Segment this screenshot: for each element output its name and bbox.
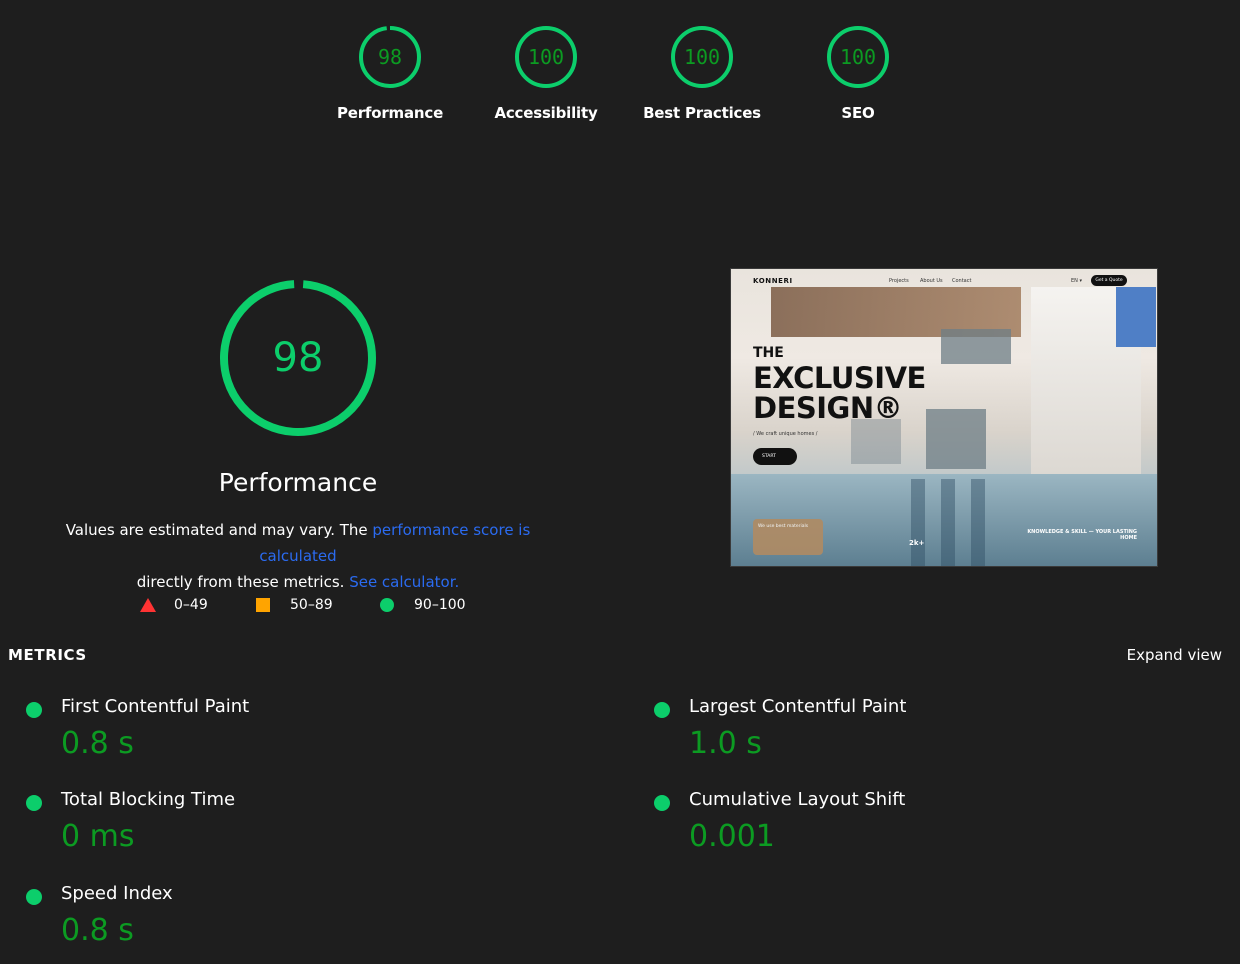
preview-menu-item: About Us: [920, 278, 943, 284]
lighthouse-report: 98 Performance 100 Accessibility 100 Bes…: [0, 0, 1240, 964]
preview-sky: [1116, 287, 1156, 347]
metric-speed-index: Speed Index 0.8 s: [26, 883, 566, 963]
metric-value: 0.8 s: [61, 726, 134, 761]
gauge-performance-score: 98: [378, 45, 402, 69]
legend-pass-range: 90–100: [414, 597, 466, 613]
gauge-accessibility[interactable]: 100 Accessibility: [476, 24, 616, 122]
metric-cumulative-layout-shift: Cumulative Layout Shift 0.001: [654, 789, 1194, 869]
preview-window: [926, 409, 986, 469]
metric-first-contentful-paint: First Contentful Paint 0.8 s: [26, 696, 566, 776]
fail-triangle-icon: [140, 598, 156, 612]
category-gauges: 98 Performance 100 Accessibility 100 Bes…: [320, 24, 920, 134]
preview-headline-1: THE: [753, 345, 784, 361]
preview-tagline: / We craft unique homes /: [753, 431, 818, 437]
gauge-accessibility-score: 100: [528, 45, 564, 69]
performance-gauge-ring: 98: [220, 280, 376, 436]
preview-window: [851, 419, 901, 464]
preview-brand: KONNERI: [753, 277, 793, 285]
metric-value: 0.001: [689, 819, 775, 854]
description-middle: directly from these metrics.: [136, 573, 350, 591]
gauge-seo-ring: 100: [827, 26, 889, 88]
legend-average-range: 50–89: [290, 597, 333, 613]
preview-window: [941, 329, 1011, 364]
preview-headline-2: EXCLUSIVE: [753, 361, 926, 395]
preview-stats: 2k+: [909, 539, 925, 547]
metric-value: 0 ms: [61, 819, 135, 854]
gauge-accessibility-label: Accessibility: [494, 104, 598, 122]
gauge-performance-label: Performance: [336, 104, 444, 122]
legend-fail-range: 0–49: [174, 597, 208, 613]
performance-score-large: 98: [273, 335, 324, 381]
gauge-performance-ring: 98: [359, 26, 421, 88]
average-square-icon: [256, 598, 270, 612]
preview-menu-item: Projects: [889, 278, 909, 284]
final-screenshot-preview[interactable]: KONNERI Projects About Us Contact EN ▾ G…: [730, 268, 1158, 567]
pass-circle-icon: [26, 795, 42, 811]
preview-lang: EN ▾: [1071, 278, 1082, 284]
gauge-seo[interactable]: 100 SEO: [788, 24, 928, 122]
metric-total-blocking-time: Total Blocking Time 0 ms: [26, 789, 566, 869]
pass-circle-icon: [26, 889, 42, 905]
metric-value: 1.0 s: [689, 726, 762, 761]
performance-title: Performance: [218, 468, 378, 497]
metrics-title: METRICS: [8, 646, 87, 664]
gauge-best-practices[interactable]: 100 Best Practices: [632, 24, 772, 122]
performance-gauge-large: 98: [218, 278, 378, 438]
gauge-seo-label: SEO: [841, 104, 875, 122]
pass-circle-icon: [654, 702, 670, 718]
pass-circle-icon: [26, 702, 42, 718]
performance-description: Values are estimated and may vary. The p…: [40, 517, 556, 595]
preview-headline-3: DESIGN®: [753, 391, 903, 425]
preview-slogan: KNOWLEDGE & SKILL — YOUR LASTING HOME: [1027, 529, 1137, 541]
metric-name: Largest Contentful Paint: [689, 696, 907, 717]
expand-view-toggle[interactable]: Expand view: [1100, 646, 1222, 664]
metric-name: Speed Index: [61, 883, 173, 904]
preview-start-button: START: [753, 448, 797, 465]
metric-largest-contentful-paint: Largest Contentful Paint 1.0 s: [654, 696, 1194, 776]
pass-circle-icon: [654, 795, 670, 811]
gauge-seo-score: 100: [840, 45, 876, 69]
preview-quote-button: Get a Quote: [1091, 275, 1127, 286]
pass-circle-icon: [380, 598, 394, 612]
gauge-best-practices-label: Best Practices: [643, 104, 761, 122]
metric-name: First Contentful Paint: [61, 696, 250, 717]
metric-name: Cumulative Layout Shift: [689, 789, 906, 810]
preview-pool-stripe: [911, 479, 925, 566]
gauge-best-practices-score: 100: [684, 45, 720, 69]
preview-nav: KONNERI Projects About Us Contact EN ▾ G…: [731, 269, 1157, 291]
gauge-performance[interactable]: 98 Performance: [320, 24, 460, 122]
metric-value: 0.8 s: [61, 913, 134, 948]
preview-card: We use best materials: [753, 519, 823, 555]
description-prefix: Values are estimated and may vary. The: [65, 521, 373, 539]
preview-menu-item: Contact: [952, 278, 972, 284]
gauge-best-practices-ring: 100: [671, 26, 733, 88]
preview-pool-stripe: [971, 479, 985, 566]
gauge-accessibility-ring: 100: [515, 26, 577, 88]
metric-name: Total Blocking Time: [61, 789, 236, 810]
preview-pool-stripe: [941, 479, 955, 566]
see-calculator-link[interactable]: See calculator.: [349, 573, 459, 591]
